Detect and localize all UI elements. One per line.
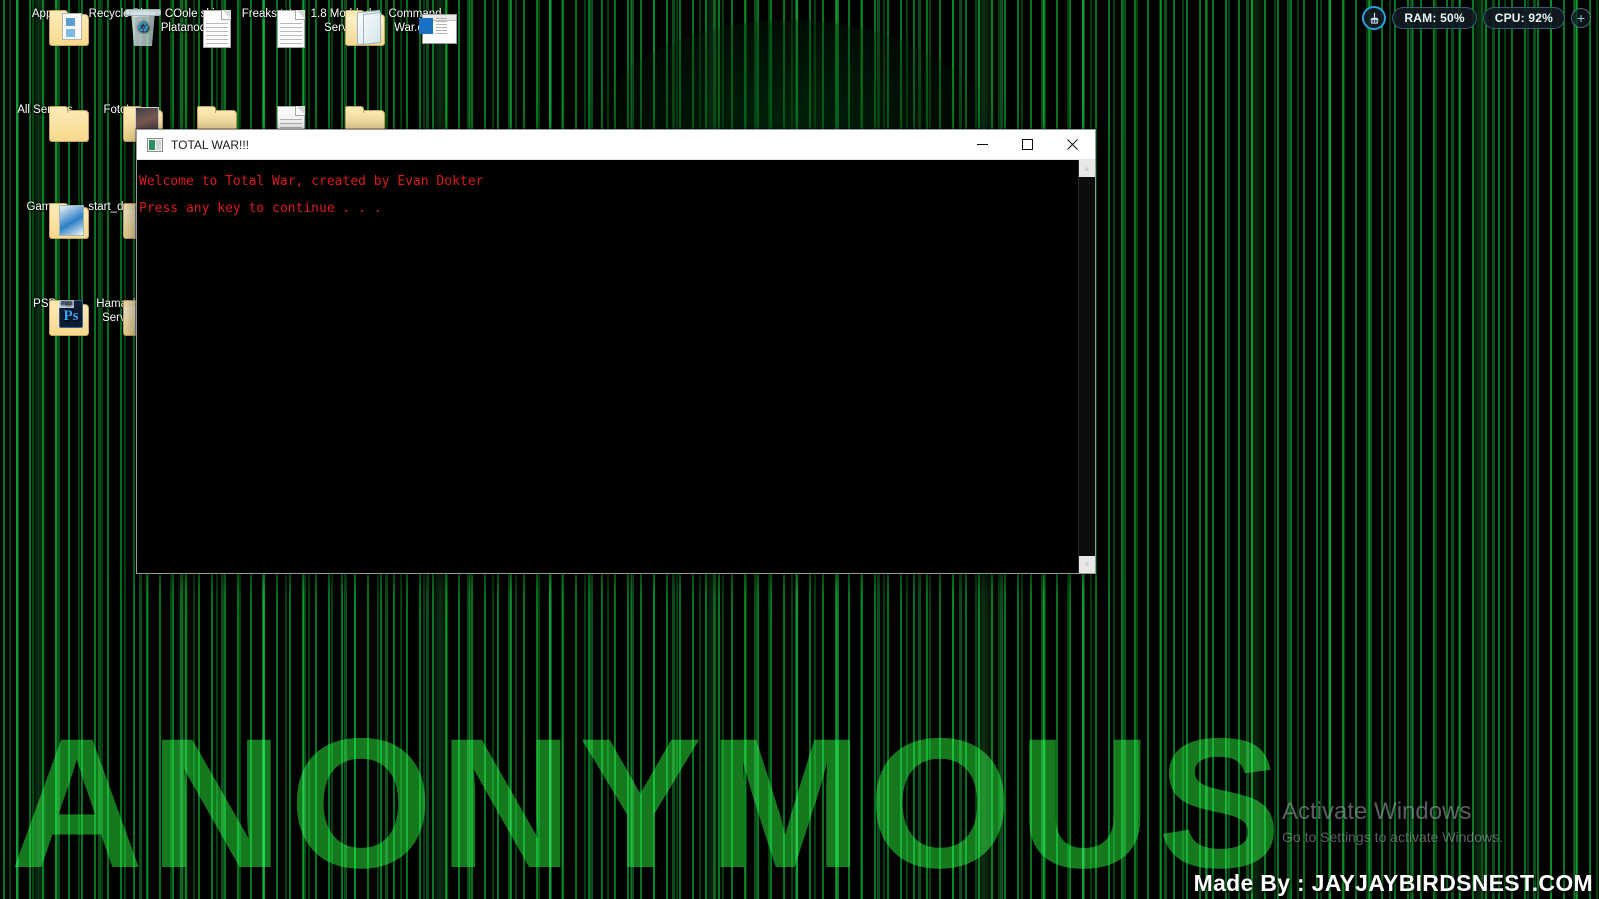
vertical-scrollbar[interactable]: ▲ ▼	[1078, 160, 1095, 573]
cpu-usage-badge[interactable]: CPU: 92%	[1482, 7, 1565, 29]
desktop-icon-all-servers[interactable]: All Servers	[8, 104, 89, 142]
desktop-icon-freaks-txt[interactable]: Freaks.txt	[230, 8, 305, 48]
close-button[interactable]	[1050, 130, 1095, 159]
system-monitor-widget[interactable]: RAM: 50% CPU: 92% +	[1362, 5, 1591, 31]
desktop-icon-recycle-bin[interactable]: ♻ Recycle Bin	[82, 8, 161, 46]
scroll-up-arrow-icon[interactable]: ▲	[1078, 160, 1095, 177]
add-widget-button[interactable]: +	[1571, 8, 1591, 28]
minimize-button[interactable]	[960, 130, 1005, 159]
window-titlebar[interactable]: TOTAL WAR!!!	[137, 130, 1095, 160]
console-app-icon	[147, 137, 163, 152]
desktop-icon-psd[interactable]: Ps PSD PSD	[8, 298, 89, 336]
desktop-icon-foto-s[interactable]: Foto's	[82, 104, 163, 142]
windows-activation-watermark: Activate Windows Go to Settings to activ…	[1282, 797, 1503, 847]
broom-icon[interactable]	[1362, 6, 1387, 30]
desktop-icon-games[interactable]: Games	[8, 201, 89, 239]
console-output-text: Welcome to Total War, created by Evan Do…	[139, 174, 484, 216]
scroll-down-arrow-icon[interactable]: ▼	[1078, 556, 1095, 573]
desktop-icon-1-8-modded-server[interactable]: 1.8 Modded Server	[304, 8, 385, 46]
console-window[interactable]: TOTAL WAR!!! Welcome to Total War, creat…	[136, 129, 1096, 574]
made-by-banner: Made By : JAYJAYBIRDSNEST.COM	[1193, 870, 1593, 896]
activation-subtitle: Go to Settings to activate Windows.	[1282, 829, 1503, 845]
console-output-area[interactable]: Welcome to Total War, created by Evan Do…	[137, 160, 1095, 573]
window-title: TOTAL WAR!!!	[171, 137, 250, 152]
desktop-icon-coole-skin-platanodor[interactable]: COole skin Platanodor...	[156, 8, 231, 48]
desktop-icon-command-war-exe[interactable]: Command War.exe	[378, 8, 457, 44]
ram-usage-badge[interactable]: RAM: 50%	[1392, 7, 1477, 29]
scrollbar-track[interactable]	[1078, 177, 1095, 556]
desktop[interactable]: ANONYMOUS Apps ♻ Recycle Bin COole skin Pla…	[0, 0, 1599, 899]
desktop-icon-apps[interactable]: Apps	[8, 8, 89, 46]
maximize-button[interactable]	[1005, 130, 1050, 159]
activation-title: Activate Windows	[1282, 798, 1472, 825]
